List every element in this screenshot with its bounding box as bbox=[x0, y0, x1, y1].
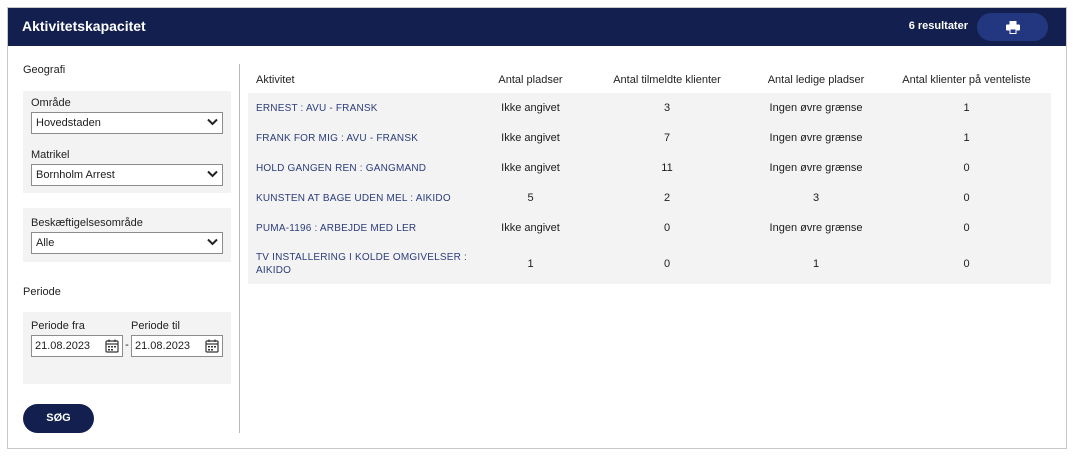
table-row: PUMA-1196 : ARBEJDE MED LER Ikke angivet… bbox=[248, 213, 1051, 243]
table-row: TV INSTALLERING I KOLDE OMGIVELSER : AIK… bbox=[248, 243, 1051, 284]
header-aktivitet: Aktivitet bbox=[256, 74, 295, 86]
periode-til-input[interactable]: 21.08.2023 bbox=[131, 335, 223, 357]
matrikel-select[interactable]: Bornholm Arrest bbox=[31, 164, 223, 186]
periode-til-label: Periode til bbox=[131, 320, 180, 332]
search-button[interactable]: SØG bbox=[23, 404, 94, 433]
activity-link[interactable]: FRANK FOR MIG : AVU - FRANSK bbox=[248, 132, 477, 145]
matrikel-label: Matrikel bbox=[31, 149, 70, 161]
calendar-icon[interactable] bbox=[105, 339, 119, 353]
beskaeftigelse-select[interactable]: Alle bbox=[31, 232, 223, 254]
printer-icon bbox=[1005, 20, 1020, 34]
periode-fra-label: Periode fra bbox=[31, 320, 85, 332]
table-row: HOLD GANGEN REN : GANGMAND Ikke angivet … bbox=[248, 153, 1051, 183]
matrikel-value: Bornholm Arrest bbox=[36, 169, 115, 181]
geografi-title: Geografi bbox=[23, 64, 66, 76]
cell-ledige: Ingen øvre grænse bbox=[769, 162, 863, 174]
header-venteliste: Antal klienter på venteliste bbox=[902, 74, 1031, 86]
header-antal-pladser: Antal pladser bbox=[498, 74, 563, 86]
result-count: 6 resultater bbox=[908, 20, 968, 32]
omraade-value: Hovedstaden bbox=[36, 117, 101, 129]
geografi-panel: Område Hovedstaden Matrikel Bornholm Arr… bbox=[23, 91, 231, 193]
header-ledige: Antal ledige pladser bbox=[767, 74, 865, 86]
filter-sidebar: Geografi Område Hovedstaden Matrikel Bor… bbox=[23, 64, 231, 384]
print-button[interactable] bbox=[977, 13, 1048, 41]
cell-pladser: Ikke angivet bbox=[501, 222, 560, 234]
cell-ledige: Ingen øvre grænse bbox=[769, 132, 863, 144]
cell-ledige: 1 bbox=[812, 257, 820, 270]
activity-link[interactable]: HOLD GANGEN REN : GANGMAND bbox=[248, 162, 477, 175]
table-row: KUNSTEN AT BAGE UDEN MEL : AIKIDO 5 2 3 … bbox=[248, 183, 1051, 213]
cell-tilmeldte: 11 bbox=[661, 162, 673, 174]
cell-pladser: 1 bbox=[527, 257, 534, 270]
sidebar-divider bbox=[239, 64, 240, 433]
cell-tilmeldte: 0 bbox=[663, 222, 671, 234]
cell-pladser: 5 bbox=[527, 192, 534, 204]
cell-ledige: Ingen øvre grænse bbox=[769, 222, 863, 234]
beskaeftigelse-panel: Beskæftigelsesområde Alle bbox=[23, 208, 231, 262]
cell-venteliste: 1 bbox=[963, 102, 970, 114]
periode-fra-input[interactable]: 21.08.2023 bbox=[31, 335, 123, 357]
beskaeftigelse-value: Alle bbox=[36, 237, 55, 249]
cell-tilmeldte: 7 bbox=[663, 132, 671, 144]
chevron-down-icon bbox=[207, 118, 218, 126]
header-bar: Aktivitetskapacitet 6 resultater bbox=[8, 8, 1066, 46]
cell-ledige: 3 bbox=[812, 192, 820, 204]
cell-venteliste: 0 bbox=[963, 222, 970, 234]
cell-venteliste: 0 bbox=[963, 162, 970, 174]
activity-link[interactable]: TV INSTALLERING I KOLDE OMGIVELSER : AIK… bbox=[248, 251, 477, 277]
table-row: FRANK FOR MIG : AVU - FRANSK Ikke angive… bbox=[248, 123, 1051, 153]
header-tilmeldte: Antal tilmeldte klienter bbox=[613, 74, 721, 86]
cell-pladser: Ikke angivet bbox=[501, 102, 560, 114]
date-separator: - bbox=[125, 339, 129, 351]
beskaeftigelse-label: Beskæftigelsesområde bbox=[31, 217, 143, 229]
periode-fra-value: 21.08.2023 bbox=[35, 340, 91, 352]
cell-pladser: Ikke angivet bbox=[501, 162, 560, 174]
periode-title: Periode bbox=[23, 286, 61, 298]
activity-link[interactable]: KUNSTEN AT BAGE UDEN MEL : AIKIDO bbox=[248, 192, 477, 205]
cell-venteliste: 1 bbox=[963, 132, 970, 144]
cell-tilmeldte: 3 bbox=[663, 102, 671, 114]
periode-panel: Periode fra 21.08.2023 - Periode til 21.… bbox=[23, 312, 231, 384]
cell-pladser: Ikke angivet bbox=[501, 132, 560, 144]
table-header: Aktivitet Antal pladser Antal tilmeldte … bbox=[248, 67, 1051, 93]
report-window: Aktivitetskapacitet 6 resultater Geograf… bbox=[7, 7, 1067, 449]
table-row: ERNEST : AVU - FRANSK Ikke angivet 3 Ing… bbox=[248, 93, 1051, 123]
calendar-icon[interactable] bbox=[205, 339, 219, 353]
cell-tilmeldte: 0 bbox=[663, 257, 671, 270]
chevron-down-icon bbox=[207, 170, 218, 178]
cell-tilmeldte: 2 bbox=[663, 192, 671, 204]
page-title: Aktivitetskapacitet bbox=[22, 18, 146, 34]
results-table: Aktivitet Antal pladser Antal tilmeldte … bbox=[248, 67, 1051, 284]
omraade-label: Område bbox=[31, 97, 71, 109]
cell-venteliste: 0 bbox=[963, 257, 970, 270]
cell-ledige: Ingen øvre grænse bbox=[769, 102, 863, 114]
cell-venteliste: 0 bbox=[963, 192, 970, 204]
periode-til-value: 21.08.2023 bbox=[135, 340, 191, 352]
activity-link[interactable]: PUMA-1196 : ARBEJDE MED LER bbox=[248, 222, 477, 235]
activity-link[interactable]: ERNEST : AVU - FRANSK bbox=[248, 102, 477, 115]
omraade-select[interactable]: Hovedstaden bbox=[31, 112, 223, 134]
chevron-down-icon bbox=[207, 238, 218, 246]
